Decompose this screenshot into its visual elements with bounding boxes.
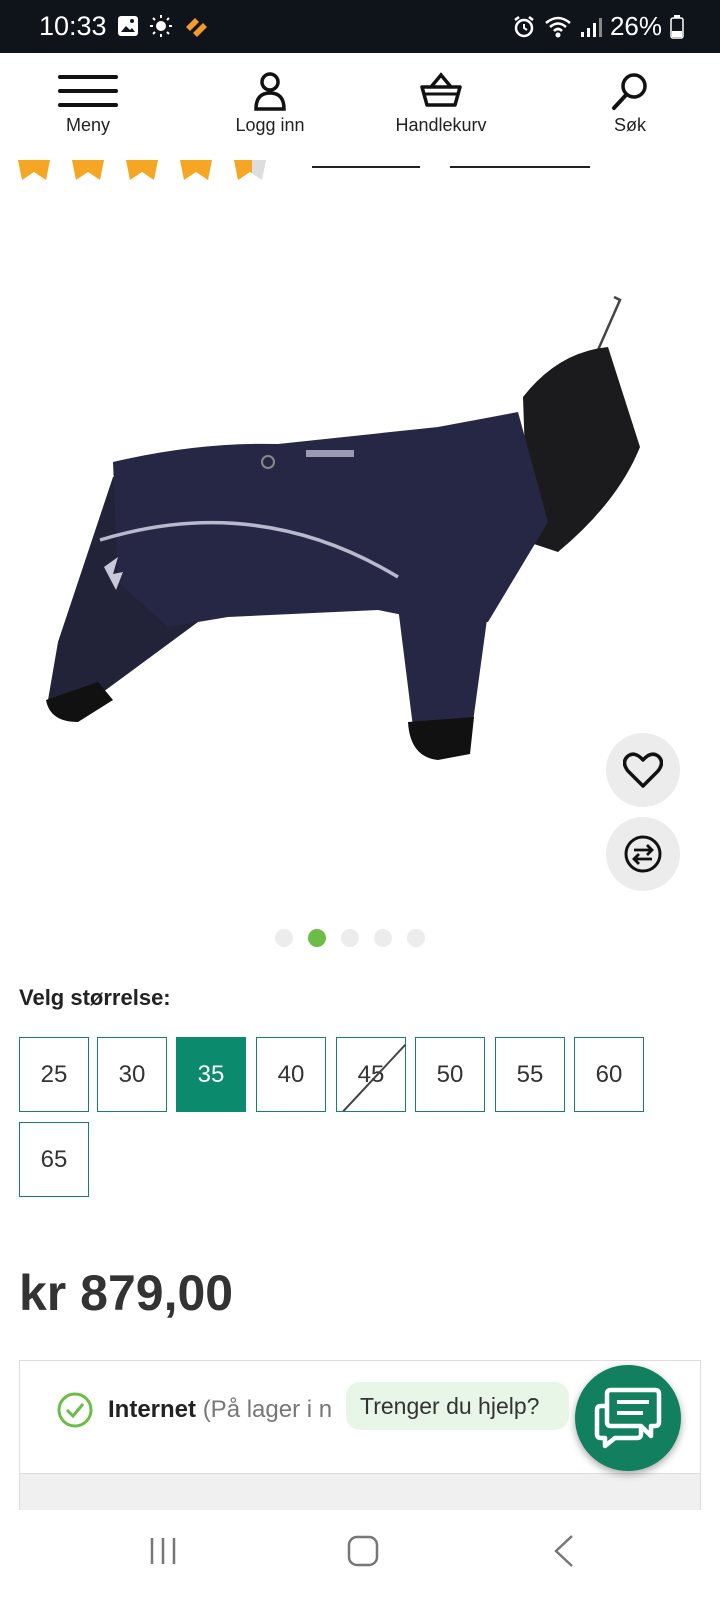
help-bubble[interactable]: Trenger du hjelp?: [346, 1382, 570, 1430]
gallery-dot[interactable]: [374, 929, 392, 947]
nav-menu-label: Meny: [65, 115, 110, 135]
header-nav: Meny Logg inn Handlekurv Søk: [0, 53, 720, 155]
compare-button[interactable]: [606, 817, 680, 891]
brightness-icon: [150, 15, 172, 37]
help-text: Trenger du hjelp?: [360, 1392, 540, 1419]
size-option[interactable]: 50: [415, 1037, 485, 1112]
battery-percent: 26%: [609, 11, 662, 41]
chat-button[interactable]: [575, 1365, 681, 1471]
half-star-icon: [234, 160, 266, 180]
compare-icon: [624, 835, 662, 873]
wifi-icon: [545, 16, 571, 37]
search-icon: [612, 73, 647, 110]
nav-menu[interactable]: Meny: [18, 71, 158, 136]
gallery-icon: [118, 16, 138, 36]
gallery-dot-active[interactable]: [308, 929, 326, 947]
size-option-selected[interactable]: 35: [176, 1037, 246, 1112]
product-image[interactable]: [18, 222, 690, 898]
back-icon[interactable]: [552, 1534, 576, 1568]
check-circle-icon: [57, 1392, 93, 1428]
gallery-dot[interactable]: [341, 929, 359, 947]
stock-divider: [20, 1473, 700, 1513]
write-review-link[interactable]: [450, 156, 590, 168]
size-option-unavailable[interactable]: 45: [336, 1037, 406, 1112]
status-system-icons: 26%: [512, 11, 684, 42]
favorite-button[interactable]: [606, 733, 680, 807]
stock-status: (På lager i n: [202, 1396, 333, 1423]
stock-channel: Internet: [108, 1396, 197, 1423]
status-bar: 10:33 26%: [0, 0, 720, 53]
basket-icon: [420, 72, 462, 107]
nav-basket[interactable]: Handlekurv: [371, 71, 511, 136]
battery-icon: [670, 14, 684, 39]
chat-icon: [594, 1387, 662, 1449]
nav-basket-label: Handlekurv: [395, 115, 487, 135]
reviews-link[interactable]: [312, 156, 420, 168]
product-price: kr 879,00: [19, 1265, 234, 1321]
heart-icon: [623, 752, 663, 788]
star-icon: [72, 160, 104, 180]
size-option[interactable]: 25: [19, 1037, 89, 1112]
rating-stars: [18, 160, 266, 182]
rating-links: [312, 156, 590, 168]
status-time: 10:33: [39, 11, 107, 41]
nav-login-label: Logg inn: [235, 115, 305, 135]
recent-apps-icon[interactable]: [148, 1536, 178, 1566]
size-option[interactable]: 55: [495, 1037, 565, 1112]
gallery-pagination: [275, 929, 425, 947]
star-icon: [126, 160, 158, 180]
size-option[interactable]: 65: [19, 1122, 89, 1197]
size-option[interactable]: 30: [97, 1037, 167, 1112]
user-icon: [254, 72, 286, 111]
gallery-dot[interactable]: [407, 929, 425, 947]
home-icon[interactable]: [347, 1535, 379, 1567]
signal-icon: [580, 17, 602, 37]
nav-search-label: Søk: [613, 115, 646, 135]
nav-search[interactable]: Søk: [560, 71, 700, 136]
menu-icon: [58, 75, 118, 107]
star-icon: [180, 160, 212, 180]
star-icon: [18, 160, 50, 180]
stock-row-internet: Internet (På lager i n: [56, 1391, 332, 1429]
size-picker-title: Velg størrelse:: [19, 985, 171, 1010]
system-navigation-bar: [0, 1510, 720, 1600]
alarm-icon: [514, 15, 534, 37]
gallery-dot[interactable]: [275, 929, 293, 947]
status-notification-icons: [117, 14, 209, 38]
nav-login[interactable]: Logg inn: [200, 71, 340, 136]
size-option[interactable]: 40: [256, 1037, 326, 1112]
app-notification-icon: [186, 18, 207, 37]
size-option[interactable]: 60: [574, 1037, 644, 1112]
